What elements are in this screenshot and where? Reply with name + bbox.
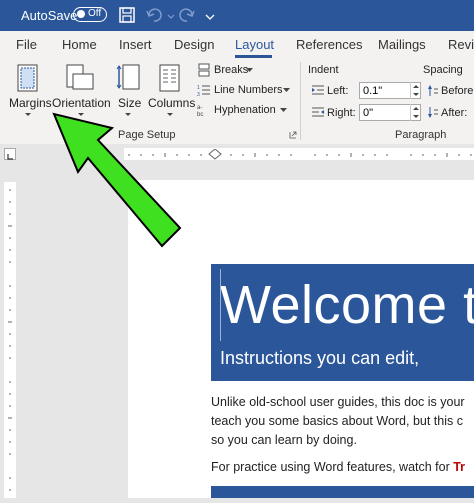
green-arrow-annotation [52, 112, 182, 248]
